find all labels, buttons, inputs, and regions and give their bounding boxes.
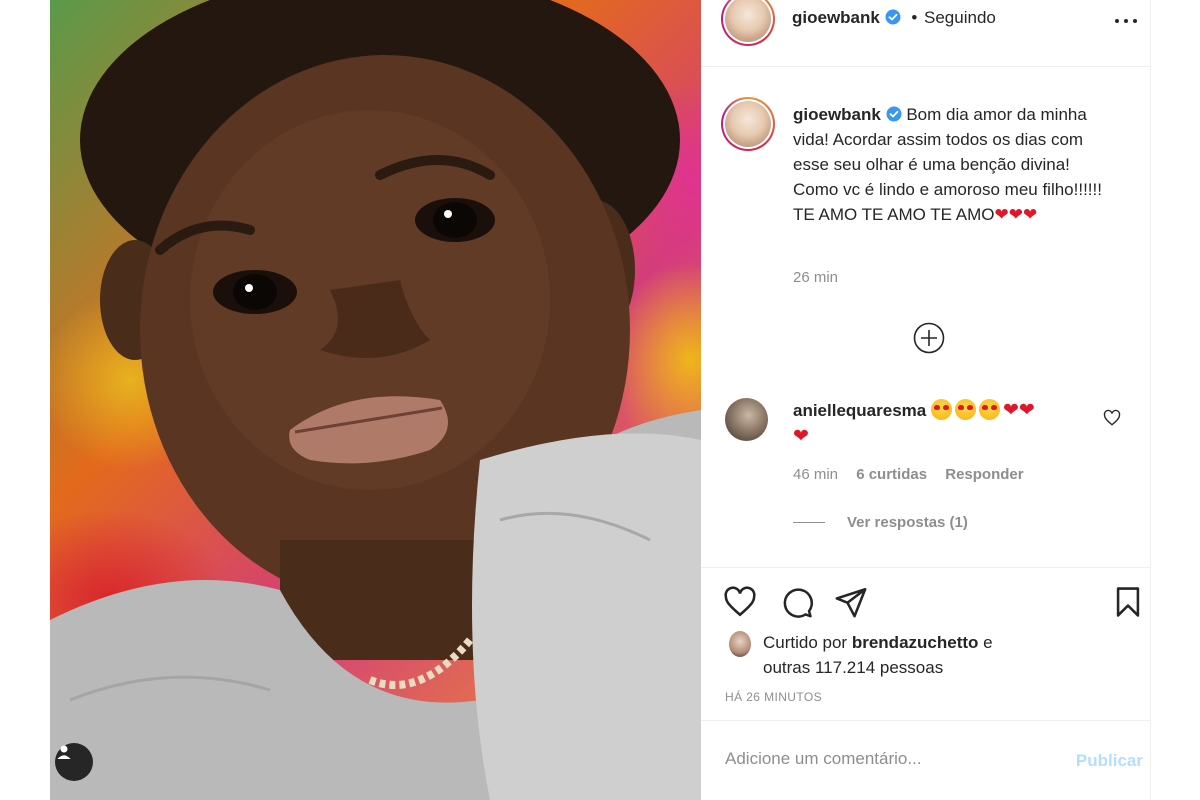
- load-more-icon[interactable]: [913, 322, 945, 354]
- commenter-avatar[interactable]: [725, 398, 768, 441]
- commenter-username[interactable]: aniellequaresma: [793, 401, 926, 420]
- likes-connector: e: [983, 633, 993, 652]
- liker-avatar[interactable]: [729, 631, 751, 657]
- likes-others[interactable]: outras 117.214 pessoas: [763, 658, 943, 677]
- tagged-users-button[interactable]: [55, 743, 93, 781]
- comment-hearts-line2: ❤: [793, 426, 809, 447]
- child-portrait-illustration: [50, 0, 701, 800]
- comment-meta: 46 min 6 curtidas Responder: [793, 466, 1038, 483]
- separator-dot: •: [911, 8, 918, 27]
- share-icon[interactable]: [834, 585, 868, 619]
- bookmark-icon[interactable]: [1111, 585, 1145, 619]
- likes-summary: Curtido por brendazuchetto e outras 117.…: [763, 630, 1063, 680]
- header-author-line: gioewbank • Seguindo: [792, 8, 996, 28]
- comment-hearts: ❤❤: [1002, 400, 1035, 421]
- add-comment-bar: Publicar: [701, 720, 1151, 800]
- author-avatar[interactable]: [721, 0, 775, 46]
- caption-avatar[interactable]: [721, 97, 775, 151]
- post-header: gioewbank • Seguindo: [701, 0, 1151, 67]
- more-options-icon[interactable]: [1115, 18, 1137, 24]
- post-details-panel: gioewbank • Seguindo gioewbank Bom dia a…: [701, 0, 1151, 800]
- post-photo[interactable]: [50, 0, 701, 800]
- heart-icon[interactable]: [723, 585, 757, 619]
- caption-timestamp[interactable]: 26 min: [793, 269, 838, 286]
- comment-input[interactable]: [725, 749, 1025, 769]
- heart-icon[interactable]: [1103, 409, 1121, 427]
- post-caption: gioewbank Bom dia amor da minha vida! Ac…: [793, 102, 1113, 227]
- view-replies-button[interactable]: Ver respostas (1): [793, 514, 968, 531]
- caption-hearts: ❤❤❤: [994, 205, 1038, 224]
- caption-username[interactable]: gioewbank: [793, 105, 881, 124]
- comment-likes-count[interactable]: 6 curtidas: [856, 466, 927, 483]
- author-username[interactable]: gioewbank: [792, 8, 880, 27]
- comment-icon[interactable]: [780, 585, 814, 619]
- follow-status-button[interactable]: Seguindo: [924, 8, 996, 27]
- emoji-heart-eyes-icon: [930, 399, 1003, 420]
- verified-icon: [886, 106, 902, 122]
- user-icon: [57, 745, 71, 759]
- publish-button[interactable]: Publicar: [1076, 751, 1143, 771]
- liker-username[interactable]: brendazuchetto: [852, 633, 979, 652]
- reply-button[interactable]: Responder: [945, 466, 1023, 483]
- view-replies-label: Ver respostas (1): [847, 514, 968, 531]
- likes-prefix: Curtido por: [763, 633, 848, 652]
- post-timestamp[interactable]: HÁ 26 MINUTOS: [725, 690, 822, 704]
- post-view: gioewbank • Seguindo gioewbank Bom dia a…: [0, 0, 1200, 800]
- replies-divider: [793, 522, 825, 523]
- verified-icon: [885, 9, 901, 25]
- comment-item: aniellequaresma ❤❤ ❤: [793, 398, 1093, 450]
- comment-timestamp[interactable]: 46 min: [793, 466, 838, 483]
